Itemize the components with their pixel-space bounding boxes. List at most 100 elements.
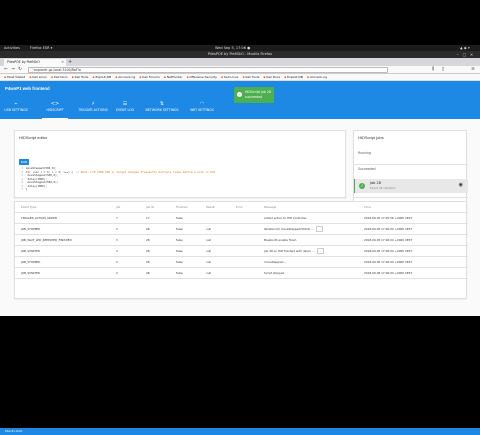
table-row[interactable]: JOB_STARTED 3 28 false null Job 28 on HID fin… bbox=[15, 245, 468, 257]
tab-trigger-actions[interactable]: ⚡ TRIGGER ACTIONS bbox=[77, 98, 109, 119]
table-cell: JOB_STARTED bbox=[15, 245, 110, 257]
table-cell bbox=[200, 212, 230, 224]
close-tab-icon[interactable]: ✕ bbox=[61, 59, 64, 66]
table-cell: false bbox=[170, 223, 200, 235]
table-cell: 2018-09-05 17:06:04 +0000 CEST bbox=[358, 245, 468, 257]
hidscript-jobs-card: HIDScript jobs Running Succeeded ✓ Job 2… bbox=[353, 130, 468, 210]
browser-tab[interactable]: PilesPOE by PiefiSkO ✕ bbox=[4, 59, 66, 66]
menu-icon[interactable]: ≡ bbox=[470, 67, 476, 73]
bookmark-item[interactable]: Offensive Security bbox=[186, 74, 216, 80]
bookmark-item[interactable]: Kali Linux bbox=[221, 74, 238, 80]
library-icon[interactable]: ⫼ bbox=[430, 67, 436, 73]
forward-icon[interactable]: → bbox=[10, 67, 16, 73]
bookmark-item[interactable]: Kali Tools bbox=[242, 74, 260, 80]
back-icon[interactable]: ← bbox=[3, 67, 9, 73]
col-time[interactable]: Time bbox=[358, 202, 468, 213]
wifi-icon: ◠ bbox=[199, 101, 205, 107]
table-row[interactable]: JOB_STOPPED 2 28 false null moveStepped ... 20… bbox=[15, 256, 468, 268]
tab-wifi-settings[interactable]: ◠ WIFI SETTINGS bbox=[188, 98, 216, 119]
system-tray[interactable]: ▲ ◉ ▾ bbox=[460, 46, 470, 50]
table-cell: 2018-09-05 17:06:04 +0000 CEST bbox=[358, 256, 468, 268]
cell-text: 2018-09-05 17:06:04 +0000 CEST bbox=[364, 259, 413, 264]
cell-text: Added action to HID Controller bbox=[264, 215, 307, 220]
cell-text: false bbox=[176, 215, 183, 220]
tab-event-log[interactable]: ☰ EVENT LOG bbox=[112, 98, 138, 119]
table-cell: Script stopped bbox=[258, 267, 358, 279]
more-icon[interactable]: ··· bbox=[316, 247, 324, 254]
col-event-type[interactable]: Event Type bbox=[15, 202, 110, 213]
bookmark-item[interactable]: Kali Tools bbox=[72, 74, 89, 80]
bookmark-item[interactable]: Most Visited bbox=[4, 74, 25, 80]
sidebar-icon[interactable]: ▯ bbox=[440, 67, 446, 73]
col-result[interactable]: Result bbox=[200, 202, 230, 213]
table-cell: Added action to HID Controller bbox=[258, 212, 358, 224]
cell-text: 2 bbox=[116, 270, 118, 275]
usb-icon: ⌁ bbox=[14, 101, 18, 107]
col-message[interactable]: Message bbox=[258, 202, 358, 213]
bookmark-item[interactable]: NetHunter bbox=[164, 74, 183, 80]
col-job-id[interactable]: Job ID bbox=[140, 202, 170, 213]
more-icon[interactable]: ··· bbox=[315, 225, 323, 232]
table-cell: moveStepped ... bbox=[258, 256, 358, 268]
cell-text: JOB_STARTED bbox=[21, 270, 40, 275]
cell-text: 2018-09-05 17:06:04 +0000 CEST bbox=[364, 270, 413, 275]
col-finished[interactable]: Finished bbox=[170, 202, 200, 213]
tab-usb-settings[interactable]: ⌁ USB SETTINGS bbox=[2, 98, 30, 119]
bookmark-item[interactable]: Aircrack-ng bbox=[115, 74, 135, 80]
table-cell: 28 bbox=[140, 245, 170, 257]
main-content: HIDScript editor RUN 1 moveStepped(500,0)… bbox=[0, 119, 480, 435]
bookmark-item[interactable]: Kali Docs bbox=[51, 74, 68, 80]
clock[interactable]: Wed Sep 5, 17:06 ● bbox=[215, 46, 250, 50]
eye-icon[interactable]: ◉ bbox=[459, 182, 463, 188]
col-error[interactable]: Error bbox=[230, 202, 258, 213]
reload-icon[interactable]: ↻ bbox=[17, 67, 23, 73]
table-cell: 17 bbox=[140, 212, 170, 224]
cell-text: null bbox=[206, 270, 212, 275]
col-job[interactable]: Job bbox=[110, 202, 140, 213]
success-toast[interactable]: ✓ HIDScript job 28 succeeded bbox=[234, 87, 274, 103]
table-row[interactable]: JOB_STARTED 2 28 false null Script stopped 201… bbox=[15, 267, 468, 279]
minimize-button[interactable]: – bbox=[455, 51, 460, 58]
new-tab-button[interactable]: + bbox=[68, 59, 72, 66]
event-log-table-card: Event Type Job Job ID Finished Result Er… bbox=[14, 201, 468, 299]
running-section-label: Running bbox=[358, 151, 372, 155]
code-editor[interactable]: 1 moveStepped(500,0); 2 for (var i = 0; i <… bbox=[19, 166, 343, 197]
bookmark-item[interactable]: Exploit-DB bbox=[92, 74, 111, 80]
cell-text: 28 bbox=[146, 270, 150, 275]
activities-button[interactable]: Activities bbox=[4, 46, 20, 50]
table-row[interactable]: JOB_WAIT_LED_REPEATED_FINISHED 3 28 false nu… bbox=[15, 234, 468, 246]
app-menu[interactable]: Firefox ESR ▾ bbox=[30, 46, 52, 50]
url-bar[interactable]: ⓘ explorer-gc.local:3100/ReFlo bbox=[28, 67, 388, 73]
cell-text: Bluetooth enable finish bbox=[264, 237, 297, 242]
maximize-button[interactable]: ▢ bbox=[462, 51, 467, 58]
hidscript-editor-card: HIDScript editor RUN 1 moveStepped(500,0)… bbox=[14, 130, 346, 198]
editor-title: HIDScript editor bbox=[19, 135, 48, 140]
cell-text: false bbox=[176, 237, 183, 242]
table-cell: false bbox=[170, 212, 200, 224]
tab-network-settings[interactable]: ⇅ NETWORK SETTINGS bbox=[142, 98, 182, 119]
bookmark-item[interactable]: Kali Docs bbox=[263, 74, 280, 80]
app-title: P4wnP1 web frontend bbox=[5, 86, 50, 91]
cell-text: JOB_WAIT_LED_REPEATED_FINISHED bbox=[21, 237, 72, 242]
info-icon[interactable]: ⓘ bbox=[31, 68, 34, 74]
bookmark-item[interactable]: Kali Linux bbox=[29, 74, 46, 80]
cell-text: 2018-09-05 17:06:04 +0000 CEST bbox=[364, 237, 413, 242]
close-window-button[interactable]: ✕ bbox=[469, 51, 474, 58]
bookmark-item[interactable]: Exploit-DB bbox=[284, 74, 303, 80]
job-name: Job 28 bbox=[370, 181, 381, 185]
table-cell: false bbox=[170, 245, 200, 257]
table-cell bbox=[230, 245, 258, 257]
table-row[interactable]: TRIGGER_ACTION_ADDED 7 17 false Added action… bbox=[15, 212, 468, 224]
toast-message: HIDScript job 28 succeeded bbox=[245, 90, 271, 99]
run-button[interactable]: RUN bbox=[19, 159, 29, 165]
table-cell: Bluetooth enable finish bbox=[258, 234, 358, 246]
tab-hidscript[interactable]: <> HIDSCRIPT bbox=[42, 98, 68, 119]
table-row[interactable]: JOB_STOPPED 2 28 false null Iteration(0) move… bbox=[15, 223, 468, 235]
job-list-item[interactable]: ✓ Job 28 Event 28 (started) ◉ bbox=[354, 179, 468, 193]
cell-text: false bbox=[176, 259, 183, 264]
bookmark-item[interactable]: Kali Forums bbox=[139, 74, 159, 80]
table-cell: false bbox=[170, 234, 200, 246]
table-cell: 2 bbox=[110, 223, 140, 235]
bookmark-item[interactable]: Aircrack-ng bbox=[307, 74, 327, 80]
succeeded-section-label: Succeeded bbox=[358, 167, 376, 171]
